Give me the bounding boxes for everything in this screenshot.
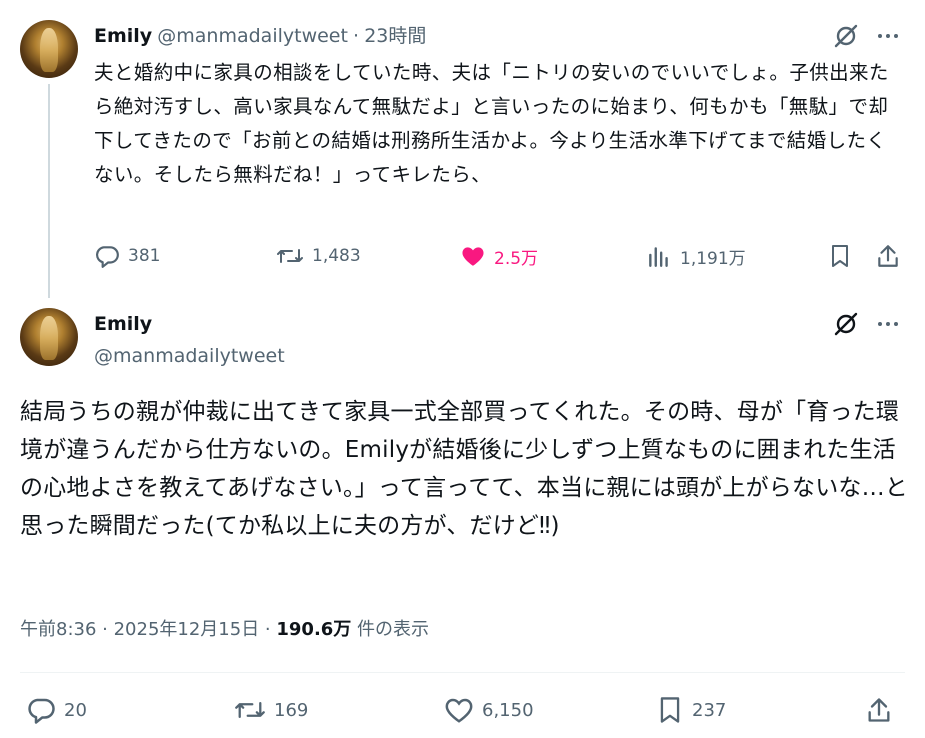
more-button[interactable] [874,310,902,338]
views-total: 190.6万 [276,619,352,640]
more-button[interactable] [874,22,902,50]
retweet-button[interactable]: 1,483 [276,243,361,269]
views-icon [649,247,668,267]
like-button[interactable]: 2.5万 [460,243,538,269]
tweet-timestamp[interactable]: 午前8:36 · 2025年12月15日 · [20,619,276,640]
grok-button[interactable] [832,22,860,50]
thread-line [48,84,50,298]
bookmark-icon [832,245,848,267]
grok-button[interactable] [832,310,860,338]
more-icon [878,34,898,38]
grok-icon [834,312,858,336]
retweet-button[interactable]: 169 [234,695,308,725]
bookmark-button[interactable]: 237 [656,695,726,725]
author-handle[interactable]: @manmadailytweet [94,345,285,367]
reply-icon [28,698,55,724]
share-icon [868,698,890,722]
tweet-text: 結局うちの親が仲裁に出てきて家具一式全部買ってくれた。その時、母が「育った環境が… [20,399,909,539]
retweet-count: 169 [274,699,309,721]
tweet-text: 夫と婚約中に家具の相談をしていた時、夫は「ニトリの安いのでいいでしょ。子供出来た… [94,61,889,186]
views-count: 1,191万 [680,248,746,269]
tweet-meta: 午前8:36 · 2025年12月15日 · 190.6万 件の表示 [20,615,429,641]
author-handle[interactable]: @manmadailytweet [157,25,348,47]
retweet-icon [235,702,265,718]
like-icon [445,698,473,723]
more-icon [878,322,898,326]
reply-icon [96,246,119,268]
share-button[interactable] [874,242,902,270]
reply-count: 381 [128,246,161,266]
reply-button[interactable]: 381 [94,243,160,269]
share-button[interactable] [864,695,894,725]
like-count: 6,150 [482,699,534,721]
avatar[interactable] [20,20,78,78]
avatar[interactable] [20,308,78,366]
author-name[interactable]: Emily [94,25,152,47]
reply-count: 20 [64,699,87,721]
retweet-icon [277,249,303,263]
tweet-header: Emily @manmadailytweet · 23時間 [94,24,426,49]
divider [20,672,905,673]
author-name[interactable]: Emily [94,313,152,335]
views-button[interactable]: 1,191万 [646,243,746,269]
like-count: 2.5万 [494,248,539,269]
like-icon [462,247,484,266]
like-button[interactable]: 6,150 [444,695,534,725]
retweet-count: 1,483 [312,246,361,266]
share-icon [878,245,898,267]
bookmark-button[interactable] [826,242,854,270]
views-label: 件の表示 [351,619,430,640]
reply-button[interactable]: 20 [26,695,87,725]
bookmark-icon [660,697,680,723]
tweet-time[interactable]: 23時間 [364,25,426,47]
bookmark-count: 237 [692,699,727,721]
grok-icon [834,24,858,48]
separator: · [353,25,360,47]
